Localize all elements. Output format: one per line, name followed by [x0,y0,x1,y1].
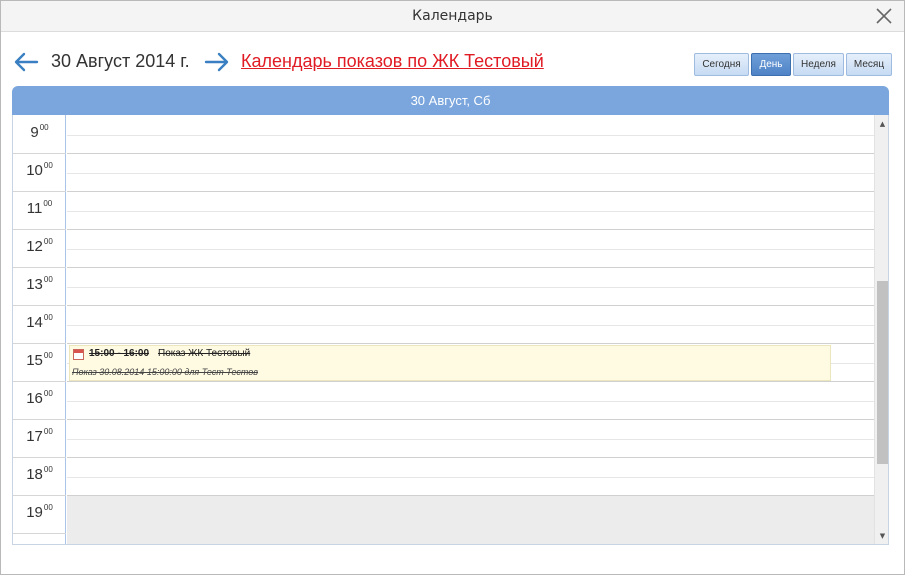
hour-label: 1900 [13,503,66,521]
hour-label: 1200 [13,237,66,255]
hour-minutes: 00 [43,275,53,284]
view-week-button[interactable]: Неделя [793,53,844,76]
time-row-divider [13,495,66,496]
time-row-divider [13,191,66,192]
hour-label: 1800 [13,465,66,483]
time-row-divider [13,267,66,268]
hour-minutes: 00 [43,313,53,322]
hour-line [67,305,874,306]
half-hour-line [67,173,874,174]
hour-minutes: 00 [43,199,53,208]
scroll-down-icon[interactable]: ▼ [875,529,888,543]
calendar-toolbar: 30 Август 2014 г. Календарь показов по Ж… [1,45,904,81]
hour-minutes: 00 [43,503,53,512]
time-row-divider [13,229,66,230]
view-month-button[interactable]: Месяц [846,53,892,76]
day-column-header: 30 Август, Сб [12,86,889,115]
calendar-event[interactable]: 15:00 - 16:00 Показ ЖК Тестовый Показ 30… [69,345,831,381]
hour-label: 900 [13,123,66,141]
hour-number: 10 [26,162,43,179]
hour-minutes: 00 [39,123,49,132]
hour-line [67,267,874,268]
event-time: 15:00 - 16:00 [89,348,150,359]
time-row-divider [13,381,66,382]
time-row-divider [13,533,66,534]
hour-line [67,381,874,382]
hour-number: 17 [26,428,43,445]
vertical-scrollbar[interactable]: ▲ ▼ [874,115,888,544]
hour-line [67,343,874,344]
hour-number: 16 [26,390,43,407]
hour-line [67,419,874,420]
hour-minutes: 00 [43,161,53,170]
hour-number: 19 [26,504,43,521]
hour-label: 1400 [13,313,66,331]
hour-number: 14 [26,314,43,331]
hour-number: 11 [26,200,43,217]
hour-minutes: 00 [43,237,53,246]
hour-label: 1100 [13,199,66,217]
half-hour-line [67,401,874,402]
time-row-divider [13,305,66,306]
hour-line [67,457,874,458]
hour-minutes: 00 [43,389,53,398]
hour-minutes: 00 [43,465,53,474]
calendar-dialog: Календарь 30 Август 2014 г. Календарь по… [0,0,905,575]
off-hours-shading [67,496,874,544]
hour-number: 12 [26,238,43,255]
half-hour-line [67,477,874,478]
day-column[interactable]: 15:00 - 16:00 Показ ЖК Тестовый Показ 30… [67,115,874,544]
time-row-divider [13,153,66,154]
hour-label: 1000 [13,161,66,179]
hour-label: 1300 [13,275,66,293]
hour-line [67,153,874,154]
arrow-right-icon[interactable] [204,51,230,73]
view-day-button[interactable]: День [751,53,791,76]
hour-number: 15 [26,352,43,369]
hour-minutes: 00 [43,351,53,360]
time-row-divider [13,419,66,420]
dialog-title: Календарь [412,8,493,24]
hour-line [67,229,874,230]
close-icon[interactable] [874,6,894,26]
dialog-titlebar: Календарь [1,1,904,32]
half-hour-line [67,287,874,288]
half-hour-line [67,249,874,250]
view-today-button[interactable]: Сегодня [694,53,749,76]
scroll-thumb[interactable] [877,281,888,464]
calendar-title-link[interactable]: Календарь показов по ЖК Тестовый [241,51,544,72]
scroll-up-icon[interactable]: ▲ [875,117,888,131]
arrow-left-icon[interactable] [13,51,39,73]
event-description: Показ 30.08.2014 15:00:00 для Тест Тесто… [72,367,259,377]
hour-number: 13 [26,276,43,293]
time-row-divider [13,343,66,344]
hour-label: 1700 [13,427,66,445]
calendar-event-icon [73,349,84,360]
half-hour-line [67,135,874,136]
hour-number: 18 [26,466,43,483]
day-grid: 900 1000 1100 1200 1300 1400 1500 1600 1700 1800 1… [12,115,889,545]
half-hour-line [67,439,874,440]
hour-number: 9 [30,124,39,141]
current-date: 30 Август 2014 г. [51,51,190,71]
hour-line [67,191,874,192]
event-title: Показ ЖК Тестовый [158,348,251,359]
time-column: 900 1000 1100 1200 1300 1400 1500 1600 1700 1800 1… [13,115,66,544]
view-switcher: Сегодня День Неделя Месяц [694,53,894,76]
time-row-divider [13,457,66,458]
hour-label: 1500 [13,351,66,369]
hour-label: 1600 [13,389,66,407]
hour-minutes: 00 [43,427,53,436]
half-hour-line [67,211,874,212]
half-hour-line [67,325,874,326]
